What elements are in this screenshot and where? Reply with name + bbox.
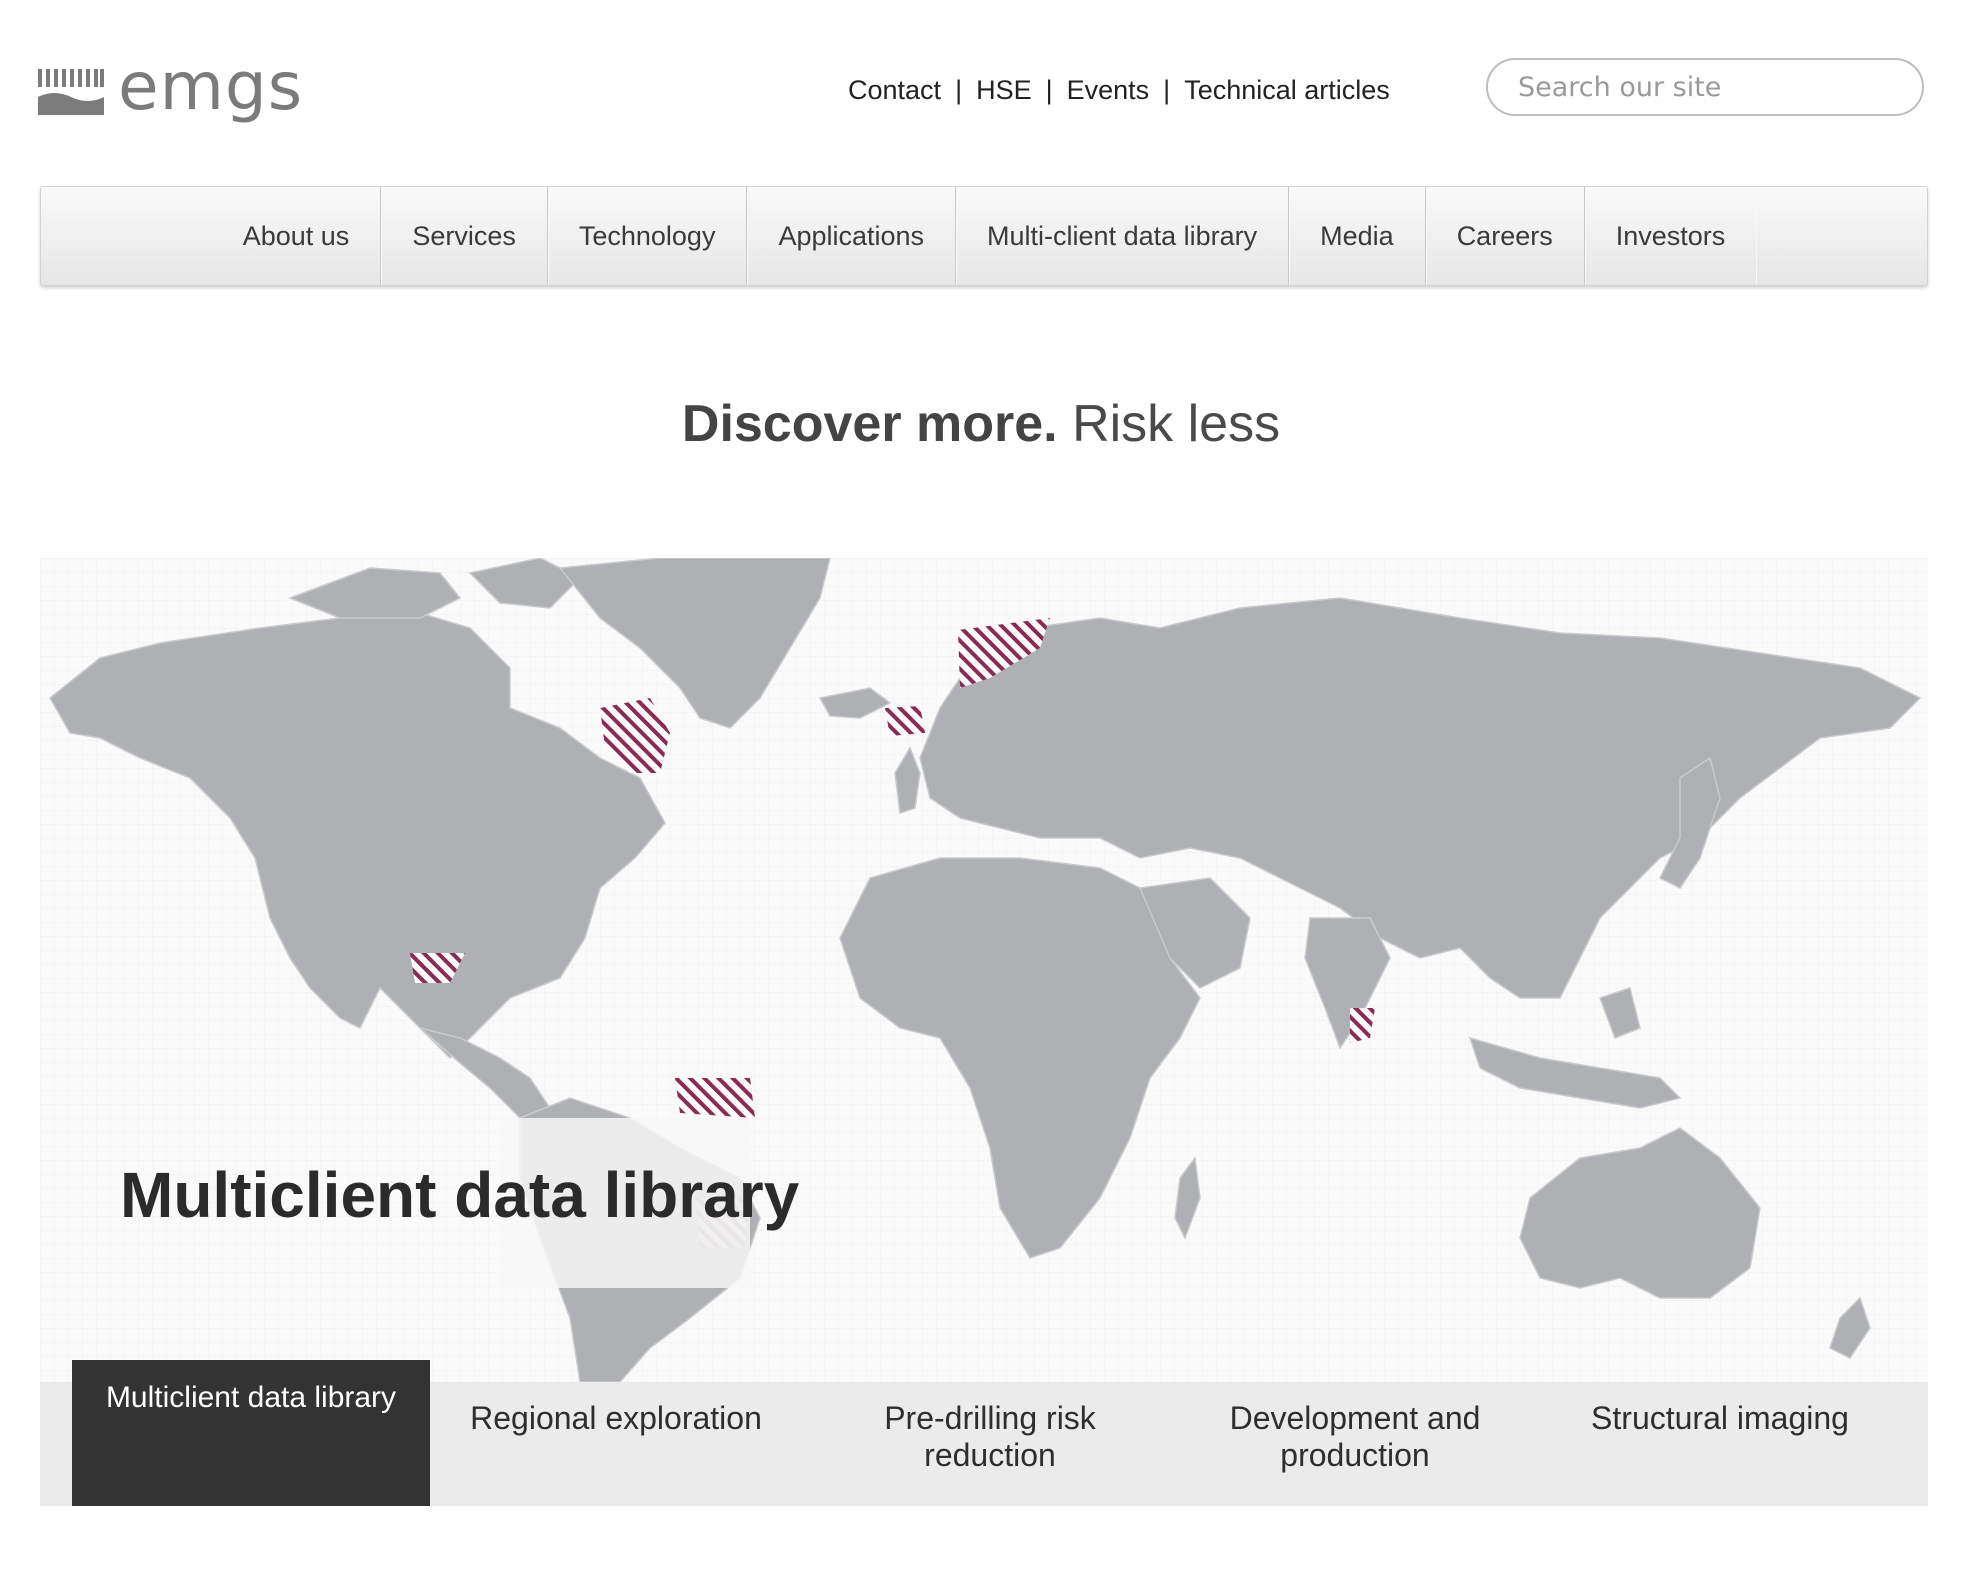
utility-nav: Contact | HSE | Events | Technical artic… — [848, 70, 1390, 110]
tab-label: Structural imaging — [1591, 1400, 1849, 1436]
search-box — [1486, 58, 1924, 116]
search-input[interactable] — [1488, 60, 1922, 114]
tagline-bold: Discover more. — [681, 395, 1058, 453]
util-link-hse[interactable]: HSE — [976, 75, 1032, 106]
logo-wordmark: emgs — [118, 48, 304, 125]
util-link-technical-articles[interactable]: Technical articles — [1184, 75, 1390, 106]
tab-multiclient-data-library[interactable]: Multiclient data library — [72, 1360, 430, 1506]
tab-regional-exploration[interactable]: Regional exploration — [430, 1382, 802, 1506]
nav-item-investors[interactable]: Investors — [1585, 187, 1757, 285]
nav-item-services[interactable]: Services — [381, 187, 548, 285]
logo[interactable]: emgs — [38, 52, 338, 132]
tab-label: Pre-drilling risk reduction — [884, 1400, 1096, 1473]
main-nav: About us Services Technology Application… — [40, 186, 1928, 286]
nav-item-careers[interactable]: Careers — [1426, 187, 1585, 285]
tagline-rest: Risk less — [1057, 395, 1281, 453]
tab-structural-imaging[interactable]: Structural imaging — [1550, 1382, 1890, 1506]
tab-development-and-production[interactable]: Development and production — [1205, 1382, 1505, 1506]
hero-map-banner[interactable]: Multiclient data library — [40, 558, 1928, 1382]
hero-title: Multiclient data library — [120, 1159, 800, 1231]
util-link-events[interactable]: Events — [1067, 75, 1150, 106]
nav-item-applications[interactable]: Applications — [747, 187, 957, 285]
tab-label: Development and production — [1229, 1400, 1481, 1473]
util-separator: | — [955, 74, 963, 105]
tab-label: Regional exploration — [470, 1400, 762, 1436]
world-map-icon — [40, 558, 1928, 1382]
tab-label: Multiclient data library — [105, 1381, 397, 1414]
nav-item-multi-client-data-library[interactable]: Multi-client data library — [956, 187, 1290, 285]
hero-tabs: Multiclient data library Regional explor… — [40, 1360, 1928, 1506]
nav-item-about-us[interactable]: About us — [212, 187, 382, 285]
util-separator: | — [1045, 74, 1053, 105]
nav-item-media[interactable]: Media — [1289, 187, 1426, 285]
tagline: Discover more. Risk less — [0, 394, 1962, 454]
nav-item-technology[interactable]: Technology — [548, 187, 748, 285]
wave-bars-logo-icon — [38, 69, 104, 115]
tab-pre-drilling-risk-reduction[interactable]: Pre-drilling risk reduction — [840, 1382, 1140, 1506]
util-link-contact[interactable]: Contact — [848, 75, 941, 106]
util-separator: | — [1163, 74, 1171, 105]
